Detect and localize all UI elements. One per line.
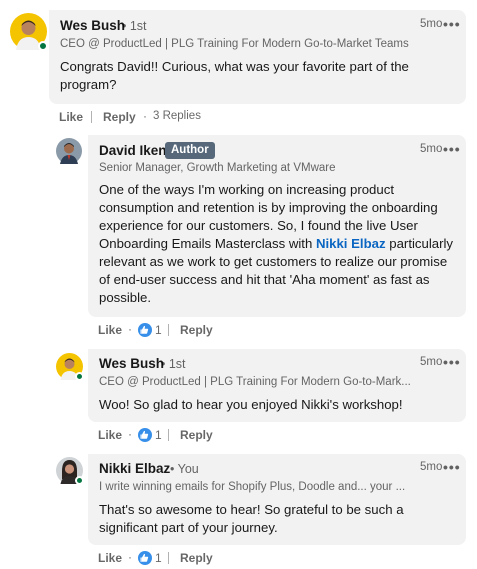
avatar-wes-bush[interactable] <box>56 353 84 381</box>
like-button[interactable]: Like <box>59 110 83 124</box>
author-badge: Author <box>165 142 215 159</box>
comment-time: 5mo <box>420 18 443 30</box>
reply-text: Woo! So glad to hear you enjoyed Nikki's… <box>99 397 403 412</box>
replier-name[interactable]: David Iken <box>99 143 167 158</box>
thumbs-up-reaction-icon[interactable] <box>138 428 152 442</box>
connection-degree: • 1st <box>122 19 147 33</box>
replier-headline: Senior Manager, Growth Marketing at VMwa… <box>99 162 336 174</box>
avatar-nikki-elbaz[interactable] <box>56 457 84 485</box>
more-horizontal-icon[interactable]: ••• <box>443 459 461 475</box>
like-count[interactable]: 1 <box>155 323 162 337</box>
divider <box>168 552 169 564</box>
online-status-icon <box>75 372 84 381</box>
avatar-wes-bush[interactable] <box>10 13 48 51</box>
divider <box>168 429 169 441</box>
more-horizontal-icon[interactable]: ••• <box>443 354 461 370</box>
reply-button[interactable]: Reply <box>103 110 136 124</box>
connection-degree: • 1st <box>161 357 186 371</box>
reply-time: 5mo <box>420 461 443 473</box>
connection-degree: • You <box>170 462 199 476</box>
reply-button[interactable]: Reply <box>180 428 213 442</box>
like-count[interactable]: 1 <box>155 428 162 442</box>
more-horizontal-icon[interactable]: ••• <box>443 141 461 157</box>
replier-name[interactable]: Wes Bush <box>99 356 164 371</box>
commenter-name[interactable]: Wes Bush <box>60 18 125 33</box>
separator: · <box>143 109 147 123</box>
separator: · <box>128 550 132 564</box>
replier-headline: CEO @ ProductLed | PLG Training For Mode… <box>99 376 411 388</box>
replier-name[interactable]: Nikki Elbaz <box>99 461 170 476</box>
online-status-icon <box>75 476 84 485</box>
thumbs-up-reaction-icon[interactable] <box>138 323 152 337</box>
reply-text: One of the ways I'm working on increasin… <box>99 181 457 307</box>
avatar-image <box>56 138 82 164</box>
reply-time: 5mo <box>420 356 443 368</box>
reply-button[interactable]: Reply <box>180 551 213 565</box>
avatar-david-iken[interactable] <box>56 138 82 164</box>
like-count[interactable]: 1 <box>155 551 162 565</box>
reply-time: 5mo <box>420 143 443 155</box>
comment-text: Congrats David!! Curious, what was your … <box>60 59 409 92</box>
view-replies-link[interactable]: 3 Replies <box>153 110 201 122</box>
mention-link[interactable]: Nikki Elbaz <box>316 236 386 251</box>
separator: · <box>128 427 132 441</box>
reply-button[interactable]: Reply <box>180 323 213 337</box>
thumbs-up-reaction-icon[interactable] <box>138 551 152 565</box>
separator: · <box>128 322 132 336</box>
divider <box>168 324 169 336</box>
online-status-icon <box>38 41 48 51</box>
reply-text: That's so awesome to hear! So grateful t… <box>99 502 404 535</box>
like-button[interactable]: Like <box>98 551 122 565</box>
replier-headline: I write winning emails for Shopify Plus,… <box>99 481 406 493</box>
divider <box>91 111 92 123</box>
like-button[interactable]: Like <box>98 323 122 337</box>
commenter-headline: CEO @ ProductLed | PLG Training For Mode… <box>60 38 409 50</box>
more-horizontal-icon[interactable]: ••• <box>443 16 461 32</box>
like-button[interactable]: Like <box>98 428 122 442</box>
